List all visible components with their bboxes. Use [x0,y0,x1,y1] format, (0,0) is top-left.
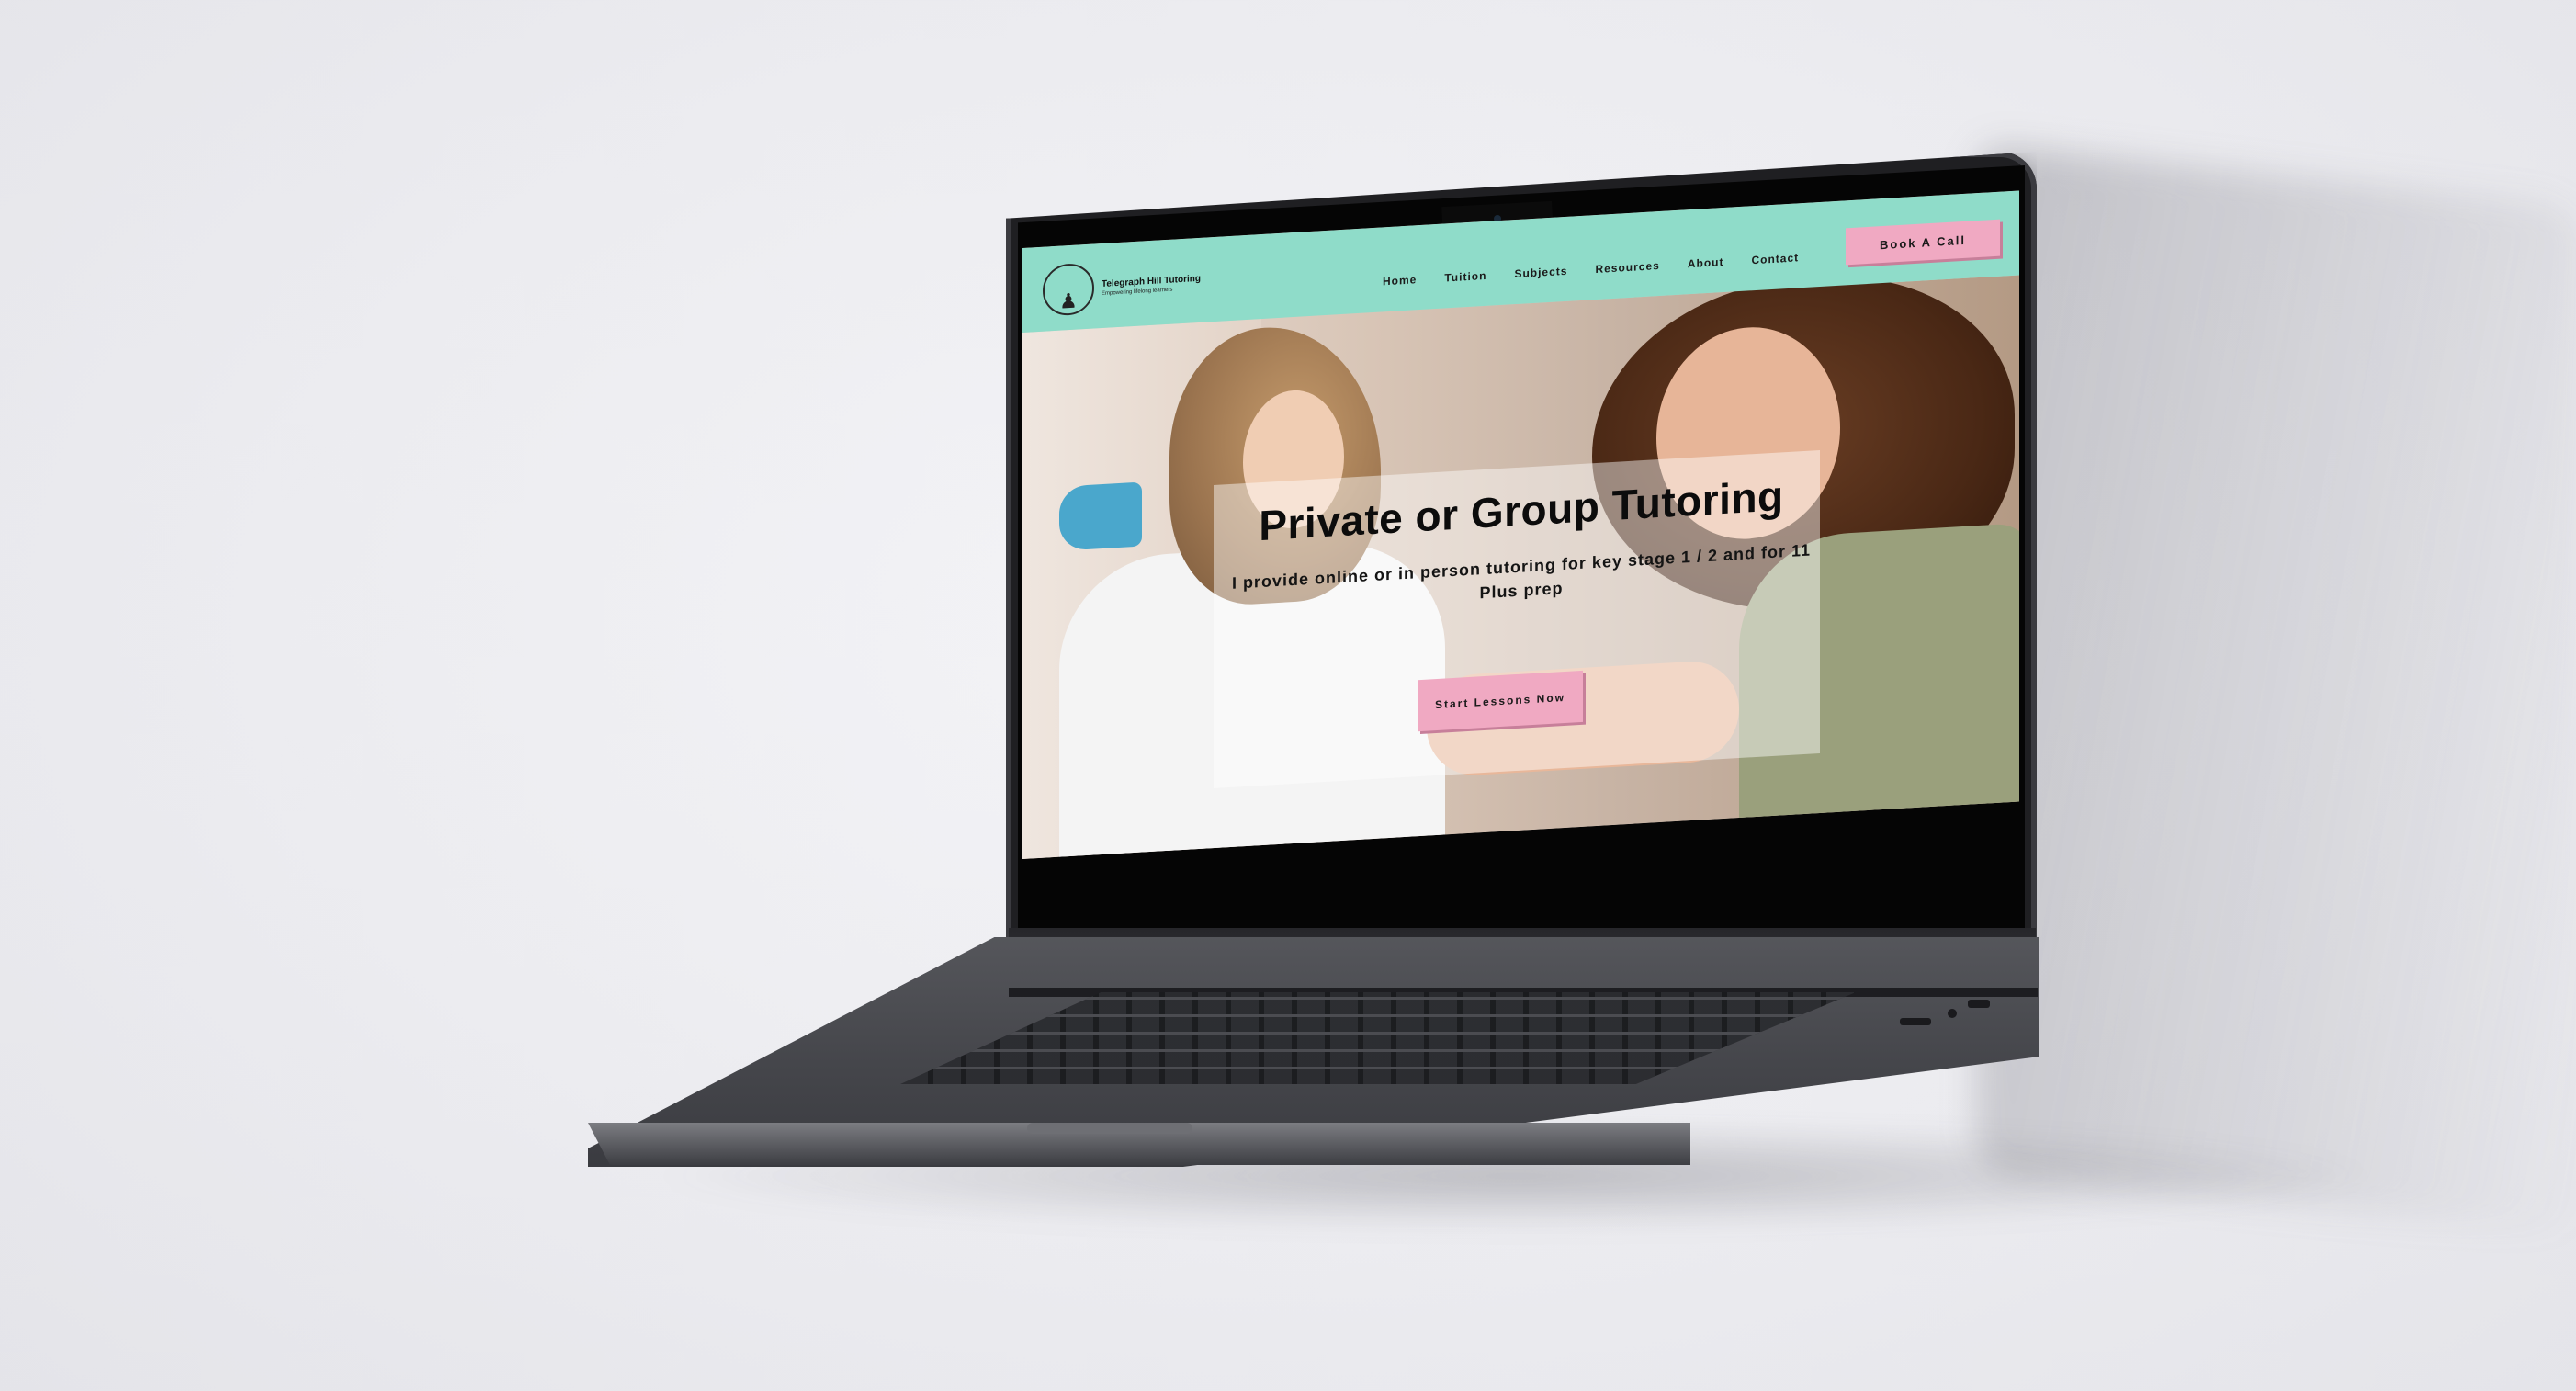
port-usb-2 [1968,1000,1990,1008]
scene: ♟ Telegraph Hill Tutoring Empowering lif… [0,0,2576,1391]
main-nav: Home Tuition Subjects Resources About Co… [1383,250,1826,288]
nav-contact[interactable]: Contact [1751,251,1799,266]
port-usb [1900,1018,1931,1025]
wall-shadow [1975,142,2576,1236]
trackpad-notch [1027,1123,1192,1134]
start-lessons-button[interactable]: Start Lessons Now [1418,670,1583,732]
nav-subjects[interactable]: Subjects [1514,265,1567,280]
laptop-screen: ♟ Telegraph Hill Tutoring Empowering lif… [1022,190,2019,859]
nav-about[interactable]: About [1688,255,1724,270]
port-headphone [1948,1009,1957,1018]
nav-home[interactable]: Home [1383,273,1417,288]
nav-resources[interactable]: Resources [1595,259,1659,276]
site-logo[interactable]: ♟ Telegraph Hill Tutoring Empowering lif… [1043,256,1201,317]
nav-tuition[interactable]: Tuition [1444,269,1486,285]
logo-circle-icon: ♟ [1043,262,1094,317]
book-a-call-button[interactable]: Book A Call [1846,219,2000,266]
